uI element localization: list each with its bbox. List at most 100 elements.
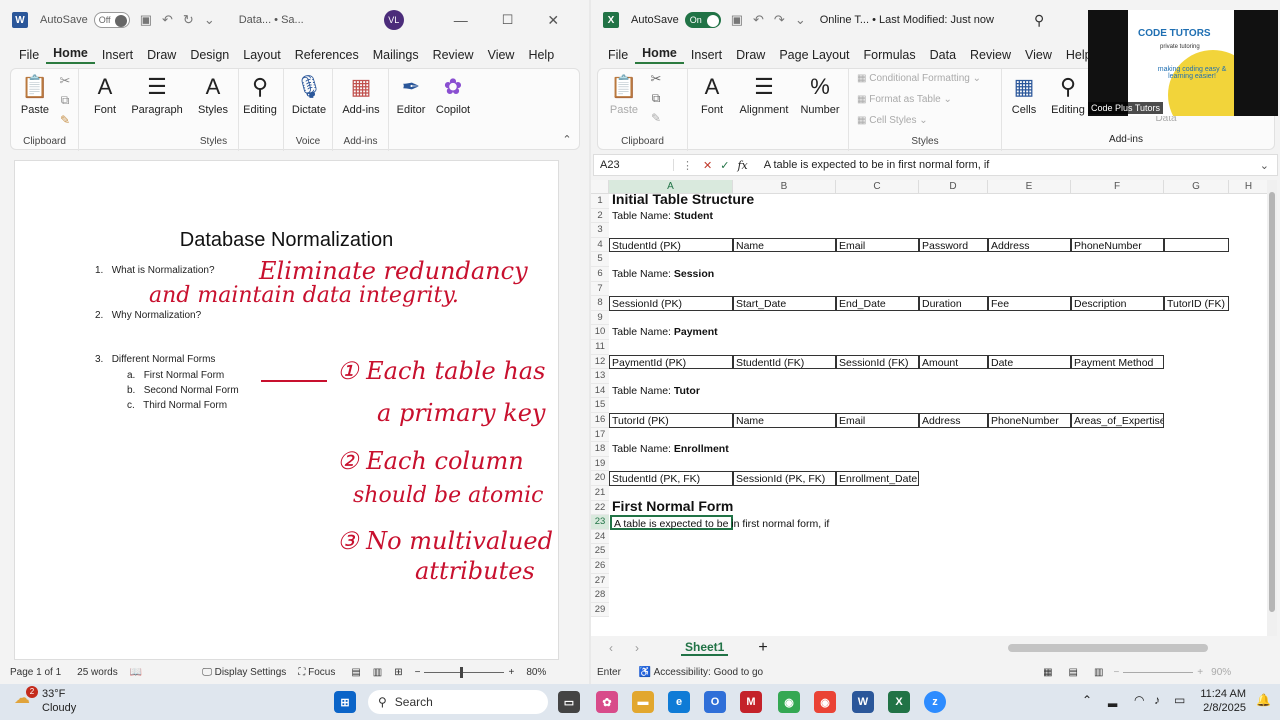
document-page[interactable]: Database Normalization 1. What is Normal…: [14, 160, 559, 660]
table-name-cell[interactable]: Table Name: Enrollment: [610, 442, 729, 457]
dictate-button[interactable]: 🎙 Dictate: [288, 73, 330, 116]
clock-date[interactable]: 2/8/2025: [1200, 702, 1246, 714]
row-header[interactable]: 16: [591, 413, 609, 428]
customize-qat-icon[interactable]: ⌄: [795, 12, 806, 28]
row-header[interactable]: 29: [591, 602, 609, 618]
autosave-toggle[interactable]: Off: [93, 12, 130, 28]
table-cell[interactable]: Address: [919, 413, 988, 428]
row-header[interactable]: 3: [591, 223, 609, 238]
table-name-cell[interactable]: Table Name: Tutor: [610, 384, 700, 399]
page-count[interactable]: Page 1 of 1: [10, 667, 61, 678]
proofing-icon[interactable]: 📖: [130, 667, 142, 678]
document-title[interactable]: Online T... • Last Modified: Just now: [820, 14, 994, 26]
cancel-icon[interactable]: ✕: [703, 159, 712, 172]
weather-condition[interactable]: Cloudy: [42, 702, 76, 714]
tab-sheet1[interactable]: Sheet1: [681, 640, 729, 656]
zoom-slider[interactable]: [424, 666, 505, 678]
table-name-cell[interactable]: Table Name: Student: [610, 209, 713, 224]
customize-qat-icon[interactable]: ⌄: [204, 12, 215, 28]
avatar[interactable]: VL: [383, 10, 404, 30]
select-all-corner[interactable]: [591, 180, 609, 194]
table-cell[interactable]: StudentId (PK, FK): [609, 471, 733, 486]
table-cell[interactable]: [1164, 237, 1229, 253]
row-header[interactable]: 18: [591, 442, 609, 457]
table-cell[interactable]: PhoneNumber: [1071, 237, 1164, 253]
edge-icon[interactable]: e: [668, 691, 690, 713]
table-cell[interactable]: SessionId (PK): [609, 296, 733, 311]
column-header[interactable]: C: [836, 180, 919, 194]
tab-home[interactable]: Home: [46, 46, 95, 64]
table-cell[interactable]: Password: [919, 237, 988, 253]
tab-page-layout[interactable]: Page Layout: [772, 48, 856, 62]
table-cell[interactable]: Address: [988, 237, 1071, 253]
start-icon[interactable]: ⊞: [334, 691, 356, 713]
row-header[interactable]: 23: [591, 515, 609, 530]
print-layout-icon[interactable]: ▥: [373, 667, 382, 678]
zoom-in-icon[interactable]: +: [508, 667, 514, 678]
tab-references[interactable]: References: [288, 48, 366, 62]
row-header[interactable]: 25: [591, 544, 609, 559]
close-icon[interactable]: ✕: [547, 12, 559, 29]
zoom-out-icon[interactable]: −: [415, 667, 421, 678]
cells-button[interactable]: ▦ Cells: [1004, 73, 1044, 116]
word-count[interactable]: 25 words: [77, 667, 118, 678]
table-cell[interactable]: Payment Method: [1071, 354, 1164, 370]
normal-view-icon[interactable]: ▦: [1043, 667, 1052, 678]
vertical-scrollbar[interactable]: [1267, 180, 1277, 636]
cut-icon[interactable]: ✂: [55, 73, 75, 89]
file-explorer-icon[interactable]: ▬: [632, 691, 654, 713]
column-header[interactable]: G: [1164, 180, 1229, 194]
table-name-cell[interactable]: Table Name: Payment: [610, 325, 718, 340]
tab-data[interactable]: Data: [923, 48, 963, 62]
prev-sheet-icon[interactable]: ‹: [609, 641, 613, 655]
tab-design[interactable]: Design: [183, 48, 236, 62]
clock-time[interactable]: 11:24 AM: [1200, 688, 1246, 700]
table-cell[interactable]: Description: [1071, 296, 1164, 311]
redo-icon[interactable]: ↷: [774, 12, 785, 28]
page-layout-icon[interactable]: ▤: [1069, 667, 1078, 678]
collapse-ribbon-icon[interactable]: ⌃: [561, 133, 573, 146]
zoom-in-icon[interactable]: +: [1197, 667, 1203, 678]
table-cell[interactable]: StudentId (PK): [609, 237, 733, 253]
table-cell[interactable]: Date: [988, 354, 1071, 370]
editing-button[interactable]: ⚲ Editing: [1046, 73, 1090, 116]
editor-button[interactable]: ✒ Editor: [391, 73, 431, 116]
row-header[interactable]: 8: [591, 296, 609, 311]
function-icon[interactable]: fx: [737, 159, 747, 172]
format-as-table-button[interactable]: ▦ Format as Table ⌄: [857, 94, 952, 105]
zoom-level[interactable]: 90%: [1211, 667, 1231, 678]
table-cell[interactable]: Enrollment_Date: [836, 471, 919, 486]
copy-icon[interactable]: ⧉: [646, 91, 666, 106]
expand-formula-icon[interactable]: ⌄: [1260, 159, 1269, 172]
save-icon[interactable]: ▣: [140, 12, 152, 28]
maximize-icon[interactable]: ☐: [502, 12, 514, 28]
focus-button[interactable]: ⛶ Focus: [298, 667, 335, 678]
column-header[interactable]: H: [1229, 180, 1267, 194]
column-header[interactable]: D: [919, 180, 988, 194]
tab-file[interactable]: File: [601, 48, 635, 62]
enter-icon[interactable]: ✓: [720, 159, 729, 172]
search-box[interactable]: ⚲ Search: [368, 690, 548, 714]
row-header[interactable]: 2: [591, 208, 609, 224]
tab-insert[interactable]: Insert: [684, 48, 729, 62]
row-header[interactable]: 12: [591, 354, 609, 370]
row-header[interactable]: 10: [591, 325, 609, 340]
horizontal-scrollbar[interactable]: [1007, 644, 1208, 652]
tab-draw[interactable]: Draw: [140, 48, 183, 62]
more-icon[interactable]: ⋮: [682, 159, 693, 172]
column-header[interactable]: F: [1071, 180, 1164, 194]
tab-mailings[interactable]: Mailings: [366, 48, 426, 62]
number-button[interactable]: % Number: [796, 73, 844, 116]
table-cell[interactable]: TutorId (PK): [609, 413, 733, 428]
font-button[interactable]: A Font: [692, 73, 732, 116]
table-name-cell[interactable]: Table Name: Session: [610, 267, 714, 282]
row-header[interactable]: 22: [591, 500, 609, 516]
table-cell[interactable]: Fee: [988, 296, 1071, 311]
editing-button[interactable]: ⚲ Editing: [239, 73, 281, 116]
tab-help[interactable]: Help: [521, 48, 561, 62]
table-cell[interactable]: StudentId (FK): [733, 354, 836, 370]
tab-draw[interactable]: Draw: [729, 48, 772, 62]
section-heading[interactable]: First Normal Form: [610, 498, 733, 514]
table-cell[interactable]: SessionId (FK): [836, 354, 919, 370]
task-view-icon[interactable]: ▭: [558, 691, 580, 713]
